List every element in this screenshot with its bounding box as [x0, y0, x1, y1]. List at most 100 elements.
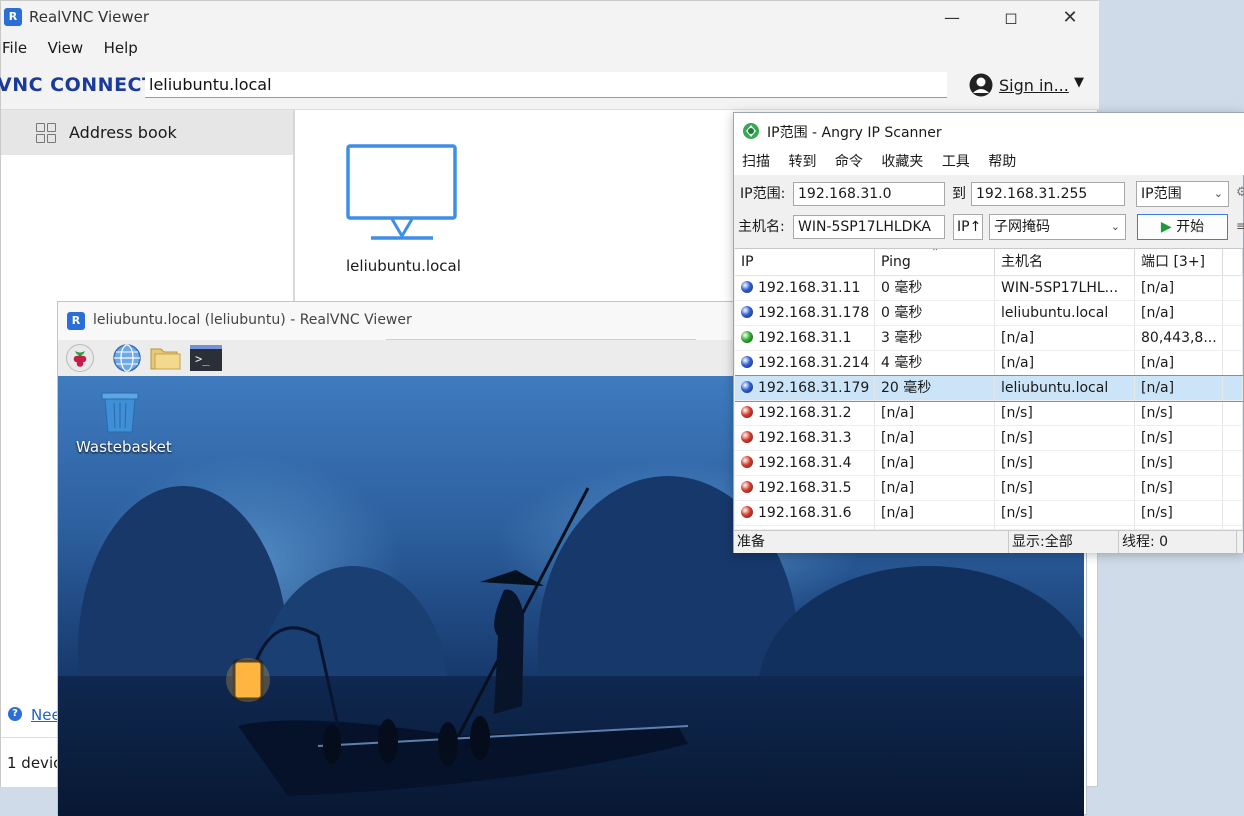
feeder-select[interactable]: IP范围 ⌄ [1136, 181, 1229, 207]
menu-help[interactable]: Help [96, 35, 146, 61]
wastebasket-icon[interactable] [98, 390, 142, 434]
hostname-label: 主机名: [738, 219, 785, 235]
cell-ip-text: 192.168.31.214 [758, 355, 870, 371]
table-row[interactable]: 192.168.31.179 20 毫秒 leliubuntu.local [n/a] [735, 375, 1243, 402]
cell-ip-text: 192.168.31.4 [758, 455, 852, 471]
cell-ports: [n/s] [1135, 426, 1223, 450]
menu-scan[interactable]: 扫描 [734, 149, 777, 175]
gear-icon[interactable]: ⚙ [1236, 185, 1244, 200]
column-header-hostname[interactable]: 主机名 [995, 249, 1135, 275]
raspberry-menu-icon[interactable] [66, 344, 94, 372]
table-row[interactable]: 192.168.31.1 3 毫秒 [n/a] 80,443,8... [735, 326, 1243, 351]
device-count-status: 1 devic [7, 754, 62, 772]
address-search-input[interactable] [145, 72, 947, 98]
status-dot-icon [741, 381, 753, 393]
status-ready: 准备 [734, 531, 1009, 553]
cell-ip: 192.168.31.214 [735, 351, 875, 375]
table-row[interactable]: 192.168.31.2 [n/a] [n/s] [n/s] [735, 401, 1243, 426]
maximize-icon[interactable]: ◻ [988, 2, 1034, 34]
cell-ping: 4 毫秒 [875, 351, 995, 375]
menu-view[interactable]: View [40, 35, 92, 61]
column-header-ping[interactable]: Ping ⌃ [875, 249, 995, 275]
netmask-select-value: 子网掩码 [994, 219, 1050, 235]
ip-up-button[interactable]: IP↑ [953, 214, 983, 240]
sidebar-item-label: Address book [69, 123, 177, 142]
range-to-label: 到 [952, 186, 966, 202]
close-icon[interactable]: ✕ [1047, 2, 1093, 34]
ip-range-start-input[interactable]: 192.168.31.0 [793, 182, 945, 206]
column-header-ports[interactable]: 端口 [3+] [1135, 249, 1223, 275]
scanner-logo-icon [742, 122, 760, 140]
cell-ping: [n/a] [875, 426, 995, 450]
cell-ports: [n/a] [1135, 376, 1223, 400]
table-row[interactable]: 192.168.31.11 0 毫秒 WIN-5SP17LHL... [n/a] [735, 276, 1243, 301]
table-row[interactable]: 192.168.31.214 4 毫秒 [n/a] [n/a] [735, 351, 1243, 376]
angry-ip-scanner-window: IP范围 - Angry IP Scanner 扫描 转到 命令 收藏夹 工具 … [733, 112, 1244, 553]
chevron-down-icon: ⌄ [1213, 187, 1223, 200]
cell-extra [1223, 326, 1243, 350]
cell-extra [1223, 376, 1243, 400]
cell-ip-text: 192.168.31.1 [758, 330, 852, 346]
cell-extra [1223, 301, 1243, 325]
play-icon: ▶ [1160, 219, 1172, 235]
table-row[interactable]: 192.168.31.6 [n/a] [n/s] [n/s] [735, 501, 1243, 526]
cell-ip: 192.168.31.5 [735, 476, 875, 500]
list-icon[interactable]: ≡ [1236, 219, 1244, 233]
table-row[interactable]: 192.168.31.178 0 毫秒 leliubuntu.local [n/a] [735, 301, 1243, 326]
status-dot-icon [741, 431, 753, 443]
cell-hostname: [n/a] [995, 326, 1135, 350]
cell-hostname: [n/s] [995, 526, 1135, 529]
ip-range-end-input[interactable]: 192.168.31.255 [971, 182, 1125, 206]
table-row[interactable]: 192.168.31.7[n/a][n/s][n/s] [735, 526, 1243, 529]
scanner-menu-bar: 扫描 转到 命令 收藏夹 工具 帮助 [734, 149, 1244, 175]
chevron-down-icon[interactable]: ▼ [1074, 75, 1084, 90]
column-header-extra [1223, 249, 1243, 275]
netmask-select[interactable]: 子网掩码 ⌄ [989, 214, 1126, 240]
cell-ports: [n/a] [1135, 301, 1223, 325]
monitor-icon [346, 144, 457, 240]
menu-help[interactable]: 帮助 [981, 149, 1023, 175]
scanner-title-bar[interactable]: IP范围 - Angry IP Scanner [734, 113, 1244, 149]
sidebar-item-address-book[interactable]: Address book [1, 110, 293, 155]
folder-icon[interactable] [150, 345, 182, 371]
table-row[interactable]: 192.168.31.3 [n/a] [n/s] [n/s] [735, 426, 1243, 451]
cell-hostname: WIN-5SP17LHL... [995, 276, 1135, 300]
hostname-input[interactable]: WIN-5SP17LHLDKA [793, 215, 945, 239]
menu-tools[interactable]: 工具 [935, 149, 977, 175]
minimize-icon[interactable]: — [929, 2, 975, 34]
table-row[interactable]: 192.168.31.4 [n/a] [n/s] [n/s] [735, 451, 1243, 476]
title-bar[interactable]: R RealVNC Viewer — ◻ ✕ [1, 1, 1099, 35]
table-row[interactable]: 192.168.31.5 [n/a] [n/s] [n/s] [735, 476, 1243, 501]
menu-goto[interactable]: 转到 [781, 149, 823, 175]
cell-ports: [n/s] [1135, 501, 1223, 525]
cell-hostname: [n/a] [995, 351, 1135, 375]
cell-hostname: [n/s] [995, 501, 1135, 525]
cell-hostname: [n/s] [995, 451, 1135, 475]
menu-file[interactable]: File [1, 35, 35, 61]
globe-icon[interactable] [112, 343, 142, 373]
cell-ip: 192.168.31.179 [735, 376, 875, 400]
menu-commands[interactable]: 命令 [828, 149, 870, 175]
window-title: RealVNC Viewer [29, 8, 150, 26]
cell-ip-text: 192.168.31.5 [758, 480, 852, 496]
ip-range-label: IP范围: [740, 186, 786, 202]
cell-ping: [n/a] [875, 501, 995, 525]
cell-extra [1223, 476, 1243, 500]
column-header-ip[interactable]: IP [735, 249, 875, 275]
cell-ip: 192.168.31.4 [735, 451, 875, 475]
device-tile[interactable]: leliubuntu.local [331, 141, 471, 281]
start-button[interactable]: ▶ 开始 [1137, 214, 1228, 240]
menu-favorites[interactable]: 收藏夹 [874, 149, 930, 175]
cell-ping: [n/a] [875, 451, 995, 475]
sign-in-button[interactable]: Sign in... [999, 76, 1069, 95]
realvnc-logo-icon: R [67, 312, 85, 330]
status-dot-icon [741, 306, 753, 318]
terminal-icon[interactable]: >_ [190, 345, 222, 371]
fisherman-scene [226, 487, 689, 796]
cell-ip: 192.168.31.11 [735, 276, 875, 300]
cell-ip: 192.168.31.1 [735, 326, 875, 350]
cell-ip-text: 192.168.31.179 [758, 380, 870, 396]
device-label: leliubuntu.local [346, 257, 461, 275]
status-display: 显示:全部 [1009, 531, 1119, 553]
cell-ping: 3 毫秒 [875, 326, 995, 350]
